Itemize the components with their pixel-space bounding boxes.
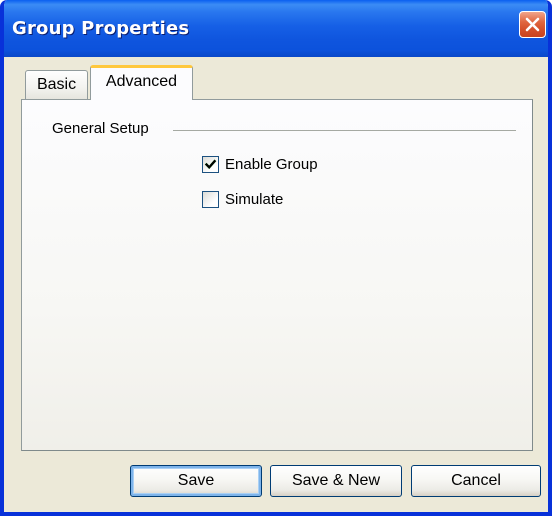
- advanced-tab-panel: General Setup Enable Group Simulate: [21, 99, 533, 451]
- tab-basic[interactable]: Basic: [25, 70, 88, 99]
- group-divider: [173, 130, 516, 131]
- window-title: Group Properties: [12, 18, 190, 39]
- simulate-label: Simulate: [225, 190, 284, 208]
- simulate-option[interactable]: Simulate: [202, 189, 283, 209]
- enable-group-label: Enable Group: [225, 155, 318, 173]
- close-button[interactable]: [519, 11, 546, 38]
- enable-group-option[interactable]: Enable Group: [202, 154, 318, 174]
- save-button[interactable]: Save: [130, 465, 262, 497]
- cancel-button[interactable]: Cancel: [411, 465, 541, 497]
- group-properties-window: Group Properties Basic Advanced General …: [0, 0, 552, 516]
- general-setup-group-label: General Setup: [52, 120, 149, 137]
- dialog-client-area: Basic Advanced General Setup Enable Grou…: [4, 57, 548, 512]
- tab-advanced[interactable]: Advanced: [90, 65, 193, 100]
- save-and-new-button[interactable]: Save & New: [270, 465, 402, 497]
- title-bar[interactable]: Group Properties: [4, 0, 548, 57]
- checkmark-icon: [204, 159, 217, 169]
- simulate-checkbox[interactable]: [202, 190, 219, 208]
- close-icon: [525, 17, 540, 32]
- enable-group-checkbox[interactable]: [202, 155, 219, 173]
